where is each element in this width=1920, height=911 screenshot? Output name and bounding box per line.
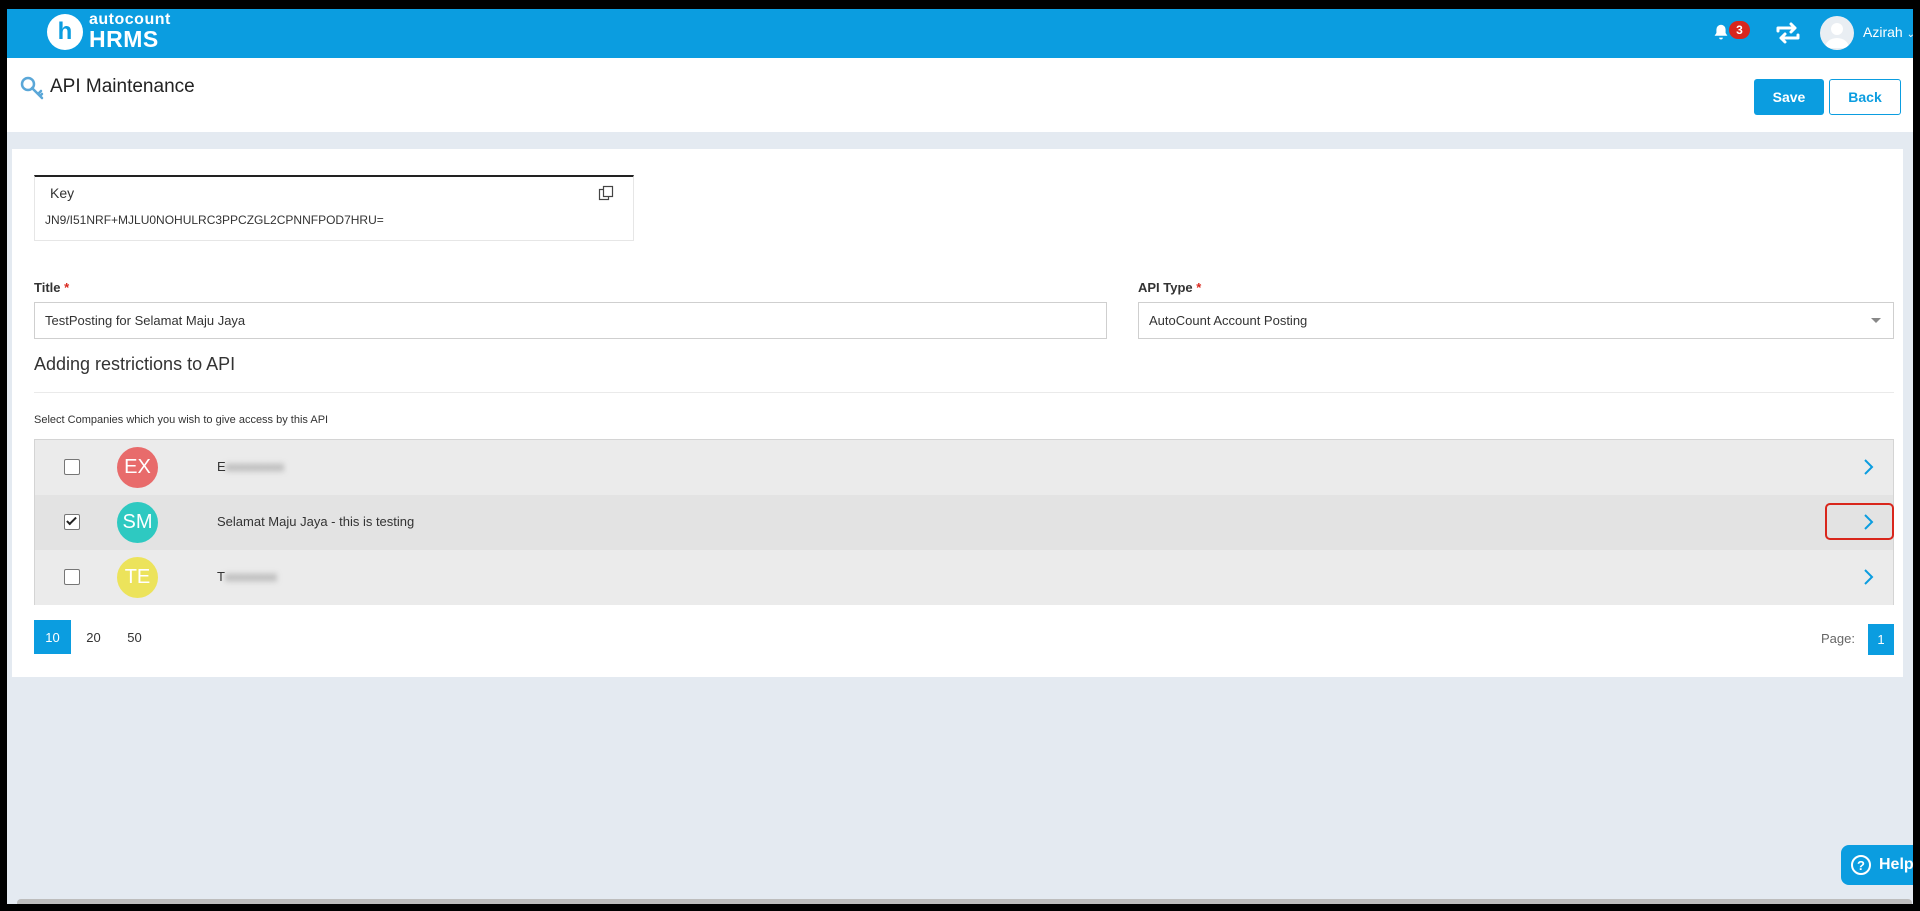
help-button[interactable]: ? Help <box>1841 845 1913 885</box>
restrictions-heading: Adding restrictions to API <box>34 354 236 374</box>
horizontal-scrollbar[interactable] <box>17 899 1912 904</box>
api-type-selected-value: AutoCount Account Posting <box>1149 313 1308 328</box>
save-button[interactable]: Save <box>1754 79 1824 115</box>
page-label: Page: <box>1821 631 1855 646</box>
user-name: Azirah <box>1863 24 1903 40</box>
api-type-select[interactable]: AutoCount Account Posting <box>1138 302 1894 339</box>
company-checkbox[interactable] <box>64 569 80 585</box>
page-size-option[interactable]: 10 <box>34 620 71 654</box>
page-title: API Maintenance <box>50 76 195 97</box>
company-list: EX Exxxxxxxxx SM Selamat Maju Jaya - thi… <box>34 439 1894 605</box>
section-divider <box>34 392 1894 393</box>
page-header: API Maintenance Save Back <box>7 58 1913 132</box>
company-initials-avatar: EX <box>117 447 158 488</box>
required-marker: * <box>64 280 70 295</box>
chevron-right-icon[interactable] <box>1857 511 1879 533</box>
company-row[interactable]: TE Txxxxxxxx <box>35 550 1893 605</box>
company-initials-avatar: TE <box>117 557 158 598</box>
logo-wordmark-big: HRMS <box>89 26 159 52</box>
user-avatar[interactable] <box>1820 16 1854 50</box>
company-name: Selamat Maju Jaya - this is testing <box>217 514 415 529</box>
copy-icon[interactable] <box>598 185 614 201</box>
company-row[interactable]: SM Selamat Maju Jaya - this is testing <box>35 495 1894 550</box>
help-question-icon: ? <box>1851 855 1871 875</box>
page-size-selector: 10 20 50 <box>34 620 157 654</box>
redacted-text: xxxxxxxx <box>224 569 277 584</box>
required-marker: * <box>1196 280 1202 295</box>
chevron-right-icon[interactable] <box>1857 456 1879 478</box>
company-initials-avatar: SM <box>117 502 158 543</box>
company-name: Exxxxxxxxx <box>217 459 285 474</box>
key-label: Key <box>50 185 75 201</box>
page-size-option[interactable]: 20 <box>75 620 112 654</box>
user-menu[interactable]: Azirah ⌄ <box>1863 24 1913 40</box>
redacted-text: xxxxxxxxx <box>225 459 285 474</box>
top-navigation-bar: h autocount HRMS 3 Azirah ⌄ <box>7 9 1913 58</box>
title-field-label: Title * <box>34 280 70 295</box>
api-form-card: Key JN9/I51NRF+MJLU0NOHULRC3PPCZGL2CPNNF… <box>12 149 1903 677</box>
back-button[interactable]: Back <box>1829 79 1901 115</box>
page-number-button[interactable]: 1 <box>1868 624 1894 655</box>
logo-mark: h <box>47 13 83 50</box>
title-input[interactable]: TestPosting for Selamat Maju Jaya <box>34 302 1107 339</box>
user-silhouette-icon <box>1825 23 1849 48</box>
help-label: Help <box>1879 856 1913 873</box>
page-size-option[interactable]: 50 <box>116 620 153 654</box>
api-key-box: Key JN9/I51NRF+MJLU0NOHULRC3PPCZGL2CPNNF… <box>34 175 634 241</box>
notification-count-badge: 3 <box>1729 21 1750 39</box>
window-edge <box>1913 0 1920 911</box>
company-checkbox[interactable] <box>64 514 80 530</box>
company-name: Txxxxxxxx <box>217 569 277 584</box>
company-checkbox[interactable] <box>64 459 80 475</box>
api-key-value: JN9/I51NRF+MJLU0NOHULRC3PPCZGL2CPNNFPOD7… <box>45 213 384 227</box>
checkmark-icon <box>66 514 77 526</box>
api-type-field-label: API Type * <box>1138 280 1202 295</box>
app-window: h autocount HRMS 3 Azirah ⌄ API Maintena… <box>7 9 1913 904</box>
sync-icon[interactable] <box>1773 19 1803 47</box>
dropdown-caret-icon <box>1871 318 1881 323</box>
chevron-right-icon[interactable] <box>1857 566 1879 588</box>
autocount-hrms-logo[interactable]: h autocount HRMS <box>47 12 171 51</box>
restrictions-instruction: Select Companies which you wish to give … <box>34 414 329 426</box>
company-row[interactable]: EX Exxxxxxxxx <box>35 440 1893 495</box>
key-icon <box>20 76 44 100</box>
